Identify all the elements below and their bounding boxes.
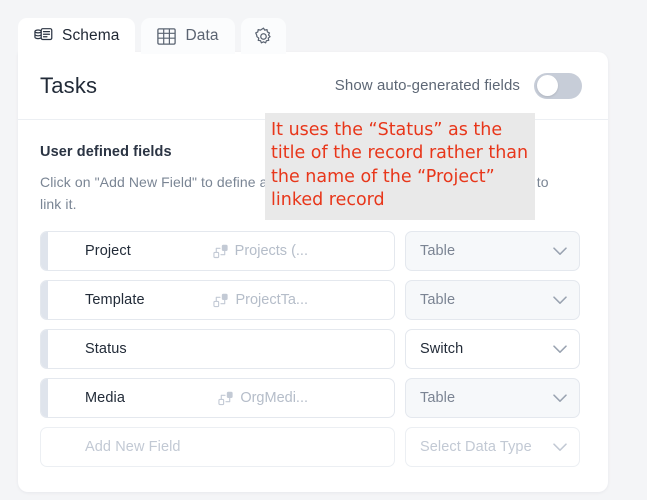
field-type-value: Table <box>420 390 456 407</box>
linked-record-label: ProjectTa... <box>235 292 308 309</box>
field-name-input[interactable]: Template ProjectTa... <box>40 280 395 321</box>
table-grid-icon <box>157 27 177 45</box>
drag-handle[interactable] <box>41 232 48 271</box>
tab-schema-label: Schema <box>62 27 120 44</box>
field-name-value: Media <box>85 390 125 407</box>
field-name-input[interactable]: Media OrgMedi... <box>40 378 395 419</box>
field-type-select[interactable]: Switch <box>405 329 580 370</box>
linked-record-label: OrgMedi... <box>240 390 308 407</box>
field-row: Template ProjectTa... Table <box>40 280 586 321</box>
schema-icon <box>34 27 53 45</box>
field-type-value: Table <box>420 243 456 260</box>
chevron-down-icon <box>553 443 567 452</box>
field-type-value: Switch <box>420 341 464 358</box>
tab-data-label: Data <box>185 27 219 44</box>
field-name-value: Template <box>85 292 145 309</box>
linked-record-icon <box>213 244 228 259</box>
auto-generated-toggle[interactable] <box>534 72 582 99</box>
field-name-value: Status <box>85 341 127 358</box>
linked-record-chip: ProjectTa... <box>213 292 308 308</box>
linked-record-label: Projects (... <box>234 243 308 260</box>
new-field-type-placeholder: Select Data Type <box>420 439 532 456</box>
tab-schema[interactable]: Schema <box>18 18 136 56</box>
add-field-row: Add New Field Select Data Type <box>40 427 586 468</box>
add-new-field-placeholder: Add New Field <box>85 439 181 456</box>
field-type-select[interactable]: Table <box>405 231 580 272</box>
annotation-callout: It uses the “Status” as the title of the… <box>265 113 535 221</box>
linked-record-chip: Projects (... <box>213 243 308 259</box>
field-row: Media OrgMedi... Table <box>40 378 586 419</box>
drag-handle[interactable] <box>41 379 48 418</box>
toggle-knob <box>536 75 558 96</box>
linked-record-chip: OrgMedi... <box>218 390 308 406</box>
field-row: Project Projects (... Table <box>40 231 586 272</box>
chevron-down-icon <box>553 296 567 305</box>
chevron-down-icon <box>553 345 567 354</box>
page-title: Tasks <box>40 72 98 98</box>
chevron-down-icon <box>553 247 567 256</box>
auto-generated-toggle-label: Show auto-generated fields <box>334 77 520 94</box>
chevron-down-icon <box>553 394 567 403</box>
field-list: Project Projects (... Table Template Pro… <box>40 231 586 468</box>
drag-handle[interactable] <box>41 330 48 369</box>
field-type-select[interactable]: Table <box>405 378 580 419</box>
gear-icon <box>254 27 273 46</box>
add-new-field-input[interactable]: Add New Field <box>40 427 395 468</box>
linked-record-icon <box>218 391 233 406</box>
linked-record-icon <box>213 293 229 308</box>
drag-handle[interactable] <box>41 281 48 320</box>
tab-data[interactable]: Data <box>141 18 235 54</box>
tab-bar: Schema Data <box>18 18 286 56</box>
new-field-type-select[interactable]: Select Data Type <box>405 427 580 468</box>
tab-settings[interactable] <box>240 18 286 54</box>
field-name-value: Project <box>85 243 131 260</box>
field-name-input[interactable]: Status <box>40 329 395 370</box>
field-name-input[interactable]: Project Projects (... <box>40 231 395 272</box>
field-row: Status Switch <box>40 329 586 370</box>
field-type-value: Table <box>420 292 456 309</box>
auto-generated-toggle-group: Show auto-generated fields <box>334 72 582 99</box>
field-type-select[interactable]: Table <box>405 280 580 321</box>
panel-header: Tasks Show auto-generated fields <box>18 52 608 120</box>
